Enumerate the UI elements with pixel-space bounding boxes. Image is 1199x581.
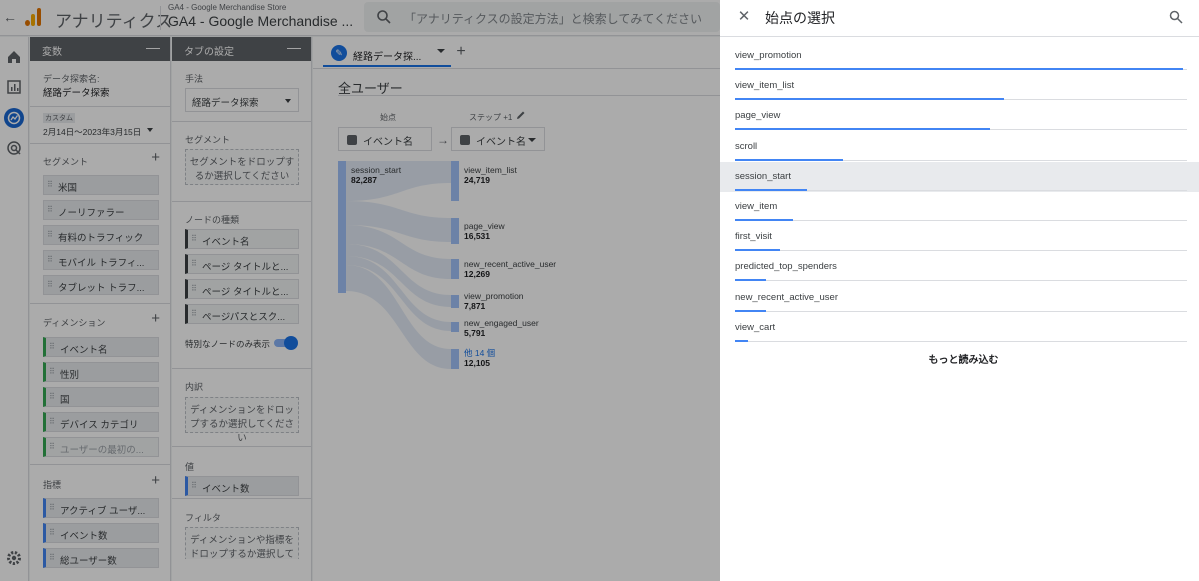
- option-share-bar: [735, 158, 843, 161]
- option-label: session_start: [735, 170, 791, 182]
- start-point-option[interactable]: view_promotion: [720, 41, 1199, 71]
- close-icon[interactable]: ✕: [736, 9, 752, 25]
- option-label: view_cart: [735, 321, 776, 333]
- option-share-bar: [735, 188, 807, 191]
- option-share-bar: [735, 249, 780, 252]
- option-label: view_promotion: [735, 50, 802, 61]
- option-label: first_visit: [735, 231, 772, 243]
- option-share-bar: [735, 68, 1183, 70]
- option-label: view_item: [735, 201, 778, 212]
- option-share-bar: [735, 128, 990, 131]
- option-label: scroll: [735, 140, 758, 152]
- option-share-bar: [735, 98, 1004, 101]
- modal-scrim[interactable]: [0, 0, 720, 581]
- option-share-bar: [735, 339, 748, 342]
- start-point-option[interactable]: page_view: [720, 101, 1199, 131]
- option-bar-track: [735, 220, 1187, 221]
- drawer-title: 始点の選択: [765, 10, 835, 26]
- start-point-option[interactable]: view_cart: [720, 313, 1199, 343]
- start-point-option[interactable]: first_visit: [720, 222, 1199, 252]
- start-point-option[interactable]: new_recent_active_user: [720, 283, 1199, 313]
- start-point-drawer: ✕ 始点の選択 view_promotion view_item_listpage…: [720, 0, 1199, 581]
- start-point-option[interactable]: scroll: [720, 132, 1199, 162]
- option-label: new_recent_active_user: [735, 291, 838, 303]
- option-label: page_view: [735, 110, 781, 122]
- search-icon[interactable]: [1169, 10, 1183, 24]
- start-point-option[interactable]: predicted_top_spenders: [720, 252, 1199, 282]
- start-point-option[interactable]: view_item_list: [720, 71, 1199, 101]
- start-point-option[interactable]: view_item: [720, 192, 1199, 222]
- option-share-bar: [735, 279, 766, 282]
- option-bar-track: [735, 280, 1187, 282]
- option-bar-track: [735, 340, 1187, 342]
- option-share-bar: [735, 219, 793, 221]
- option-share-bar: [735, 309, 766, 312]
- drawer-header: ✕ 始点の選択: [720, 0, 1199, 37]
- option-bar-track: [735, 310, 1187, 312]
- option-bar-track: [735, 250, 1187, 252]
- option-label: predicted_top_spenders: [735, 261, 837, 273]
- load-more-button[interactable]: もっと読み込む: [720, 351, 1199, 366]
- option-label: view_item_list: [735, 80, 795, 92]
- start-point-option[interactable]: session_start: [720, 161, 1199, 192]
